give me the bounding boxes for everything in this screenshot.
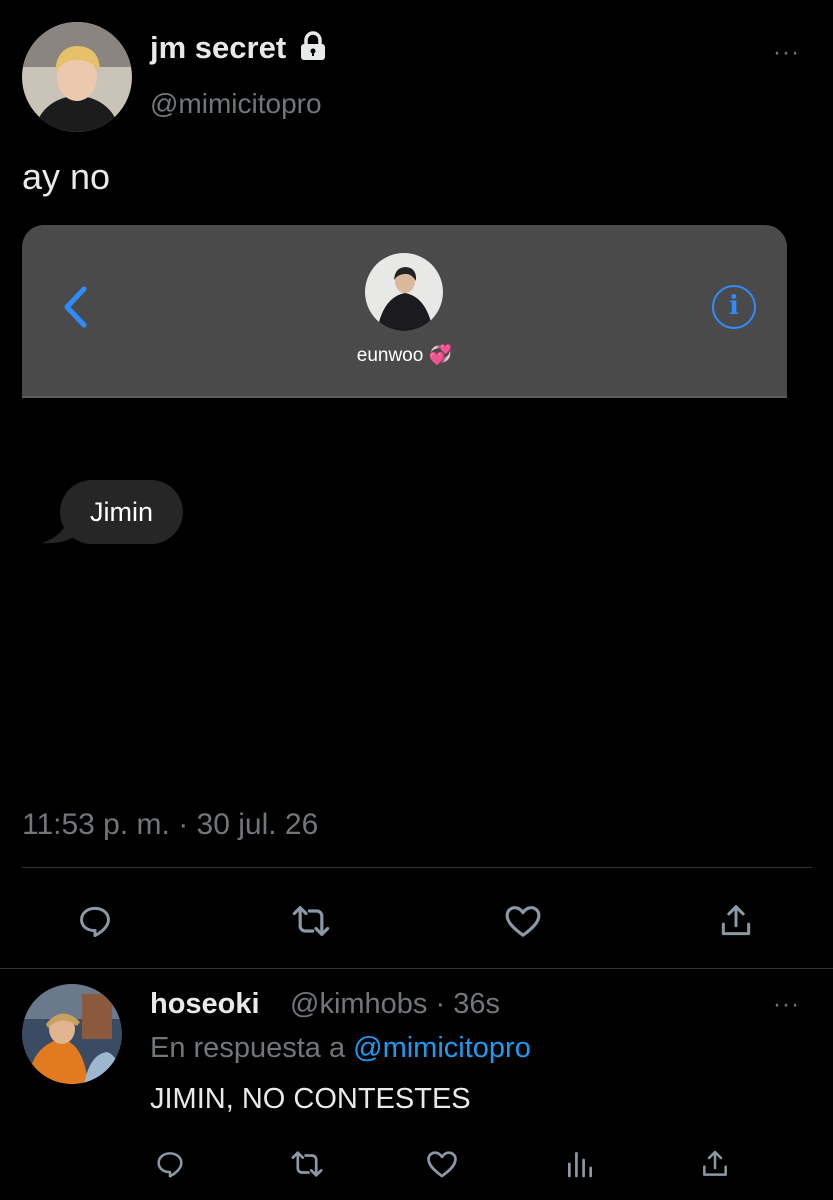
reply-author-meta[interactable]: @kimhobs · 36s [290,988,500,1021]
reply-more-options-icon[interactable]: ··· [773,993,800,1017]
retweet-button[interactable] [288,898,334,944]
lock-icon [300,31,325,60]
contact-avatar [365,253,443,331]
in-reply-to: En respuesta a @mimicitopro [150,1032,531,1065]
reply-button[interactable] [72,898,118,944]
back-chevron-icon [64,286,87,328]
share-icon [703,1150,727,1176]
more-options-icon[interactable]: ··· [773,41,800,65]
like-icon [505,906,541,937]
tweet-timestamp[interactable]: 11:53 p. m. · 30 jul. 26 [22,808,318,842]
reply-icon [157,1152,183,1178]
embedded-chat-header: i eunwoo 💞 [22,225,787,398]
reply-like-button[interactable] [422,1144,462,1184]
author-name-text[interactable]: jm secret [150,30,286,65]
share-icon [721,905,751,936]
reply-author-name[interactable]: hoseoki [150,988,260,1021]
author-name[interactable]: jm secret [150,30,327,66]
retweet-icon [291,1151,323,1177]
share-button[interactable] [713,898,759,944]
retweet-icon [292,906,330,936]
analytics-icon [568,1152,592,1178]
like-icon [427,1151,457,1178]
reply-share-button[interactable] [695,1144,735,1184]
reply-icon [80,906,110,938]
divider [0,968,833,969]
message-bubble: Jimin [60,480,184,544]
reply-text: JIMIN, NO CONTESTES [150,1083,471,1115]
divider [22,867,812,868]
author-handle[interactable]: @mimicitopro [150,88,322,120]
in-reply-to-label: En respuesta a [150,1032,354,1064]
contact-name: eunwoo 💞 [356,345,453,366]
reply-analytics-button[interactable] [560,1144,600,1184]
reply-retweet-button[interactable] [287,1144,327,1184]
author-avatar[interactable] [22,22,132,132]
like-button[interactable] [500,898,546,944]
in-reply-to-handle[interactable]: @mimicitopro [353,1032,531,1064]
info-icon: i [712,285,756,329]
tweet-text: ay no [22,156,111,197]
reply-reply-button[interactable] [150,1144,190,1184]
reply-author-avatar[interactable] [22,984,122,1084]
